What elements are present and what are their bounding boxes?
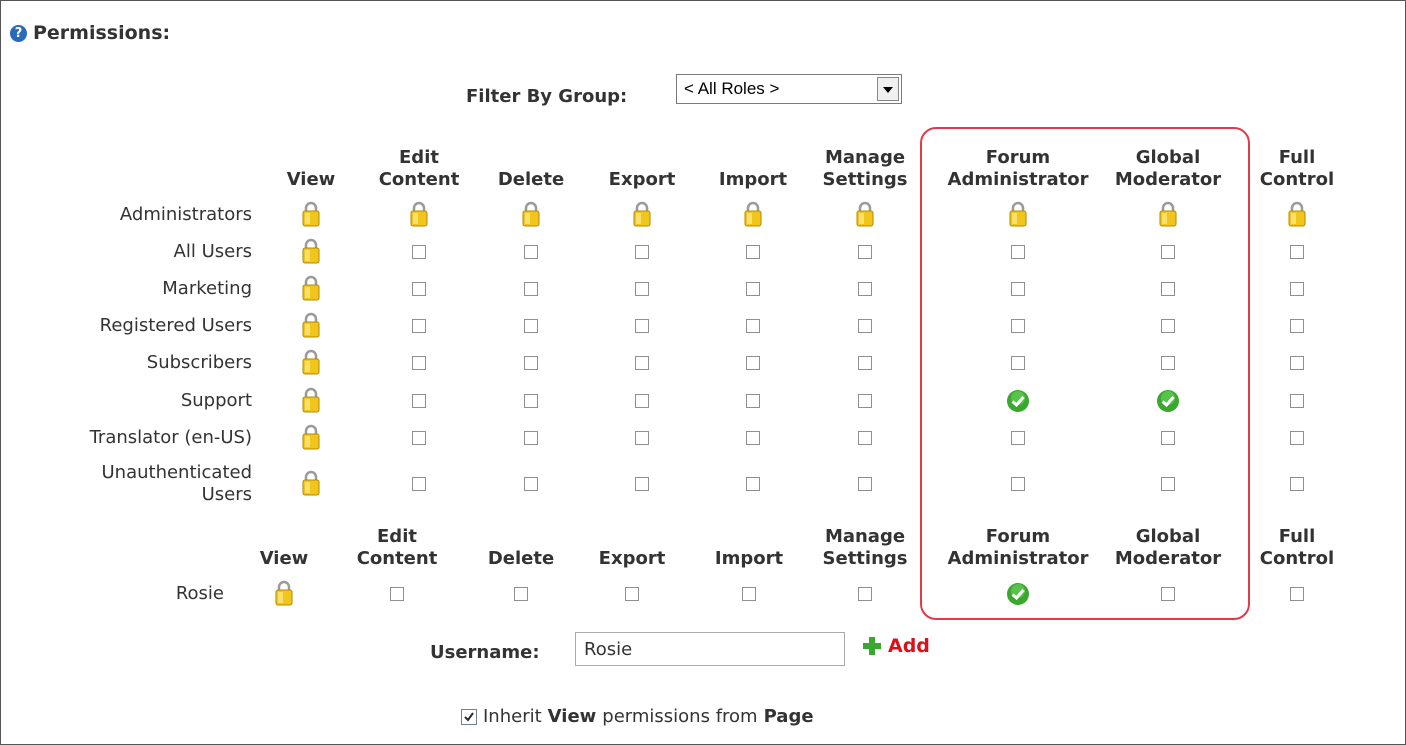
permission-checkbox[interactable]	[635, 394, 649, 408]
inherit-page: Page	[763, 706, 814, 727]
lock-icon	[520, 201, 542, 227]
lock-icon	[300, 312, 322, 338]
permission-checkbox[interactable]	[635, 477, 649, 491]
lock-icon	[273, 580, 295, 606]
permission-checkbox[interactable]	[625, 587, 639, 601]
role-row-label: Support	[180, 390, 252, 411]
permission-checkbox[interactable]	[1290, 319, 1304, 333]
lock-icon	[1286, 201, 1308, 227]
permission-checkbox[interactable]	[746, 477, 760, 491]
permission-checkbox[interactable]	[524, 319, 538, 333]
plus-icon	[863, 637, 881, 655]
help-icon[interactable]: ?	[10, 24, 27, 42]
lock-icon	[742, 201, 764, 227]
lock-icon	[854, 201, 876, 227]
role-row-label: Subscribers	[146, 352, 252, 373]
permission-checkbox[interactable]	[1290, 245, 1304, 259]
permission-checkbox[interactable]	[858, 319, 872, 333]
lock-icon	[300, 424, 322, 450]
permission-checkbox[interactable]	[1290, 282, 1304, 296]
lock-icon	[300, 387, 322, 413]
chevron-down-icon[interactable]	[877, 77, 899, 101]
username-label: Username:	[430, 642, 540, 663]
permission-checkbox[interactable]	[858, 356, 872, 370]
permission-checkbox[interactable]	[1290, 587, 1304, 601]
role-row-label: Administrators	[119, 204, 252, 225]
inherit-checkbox[interactable]	[461, 708, 477, 725]
permission-checkbox[interactable]	[858, 477, 872, 491]
lock-icon	[300, 470, 322, 496]
permission-checkbox[interactable]	[635, 319, 649, 333]
permission-checkbox[interactable]	[412, 431, 426, 445]
role-row-label: Marketing	[162, 278, 252, 299]
permission-checkbox[interactable]	[524, 245, 538, 259]
permission-checkbox[interactable]	[524, 431, 538, 445]
user-row-label: Rosie	[175, 583, 224, 604]
permission-checkbox[interactable]	[635, 245, 649, 259]
lock-icon	[300, 349, 322, 375]
role-row-label: All Users	[173, 241, 252, 262]
lock-icon	[631, 201, 653, 227]
permission-checkbox[interactable]	[746, 356, 760, 370]
permission-checkbox[interactable]	[858, 431, 872, 445]
add-label: Add	[888, 635, 930, 657]
filter-selected-value: < All Roles >	[684, 79, 780, 98]
permission-checkbox[interactable]	[746, 431, 760, 445]
permission-checkbox[interactable]	[412, 319, 426, 333]
filter-label: Filter By Group:	[466, 86, 628, 107]
inherit-option: Inherit View permissions from Page	[461, 706, 814, 727]
permission-checkbox[interactable]	[412, 394, 426, 408]
permission-checkbox[interactable]	[1290, 356, 1304, 370]
checkmark-icon	[464, 711, 474, 722]
permission-checkbox[interactable]	[746, 282, 760, 296]
permission-checkbox[interactable]	[858, 394, 872, 408]
permission-checkbox[interactable]	[514, 587, 528, 601]
inherit-view: View	[547, 706, 597, 727]
highlight-box	[920, 127, 1250, 620]
permission-checkbox[interactable]	[412, 477, 426, 491]
inherit-middle: permissions from	[602, 706, 758, 727]
inherit-prefix: Inherit	[483, 706, 542, 727]
permission-checkbox[interactable]	[746, 319, 760, 333]
permission-checkbox[interactable]	[412, 356, 426, 370]
permission-checkbox[interactable]	[746, 245, 760, 259]
role-row-label: Registered Users	[99, 315, 252, 336]
permission-checkbox[interactable]	[524, 477, 538, 491]
permission-checkbox[interactable]	[524, 356, 538, 370]
permission-checkbox[interactable]	[858, 587, 872, 601]
permission-checkbox[interactable]	[390, 587, 404, 601]
filter-group-select[interactable]: < All Roles >	[676, 74, 902, 104]
permission-checkbox[interactable]	[858, 245, 872, 259]
role-row-label: Translator (en-US)	[89, 427, 252, 448]
lock-icon	[408, 201, 430, 227]
username-input[interactable]	[575, 632, 845, 666]
role-row-label: Unauthenticated Users	[101, 462, 252, 505]
permission-checkbox[interactable]	[1290, 431, 1304, 445]
permission-checkbox[interactable]	[635, 431, 649, 445]
permission-checkbox[interactable]	[742, 587, 756, 601]
lock-icon	[300, 238, 322, 264]
permission-checkbox[interactable]	[412, 282, 426, 296]
permissions-title: ? Permissions:	[10, 22, 170, 44]
permission-checkbox[interactable]	[635, 356, 649, 370]
permission-checkbox[interactable]	[1290, 477, 1304, 491]
permission-checkbox[interactable]	[858, 282, 872, 296]
permission-checkbox[interactable]	[746, 394, 760, 408]
permission-checkbox[interactable]	[1290, 394, 1304, 408]
permission-checkbox[interactable]	[524, 394, 538, 408]
permission-checkbox[interactable]	[524, 282, 538, 296]
lock-icon	[300, 275, 322, 301]
title-text: Permissions:	[33, 22, 171, 44]
lock-icon	[300, 201, 322, 227]
permission-checkbox[interactable]	[635, 282, 649, 296]
permission-checkbox[interactable]	[412, 245, 426, 259]
add-button[interactable]: Add	[862, 635, 930, 657]
